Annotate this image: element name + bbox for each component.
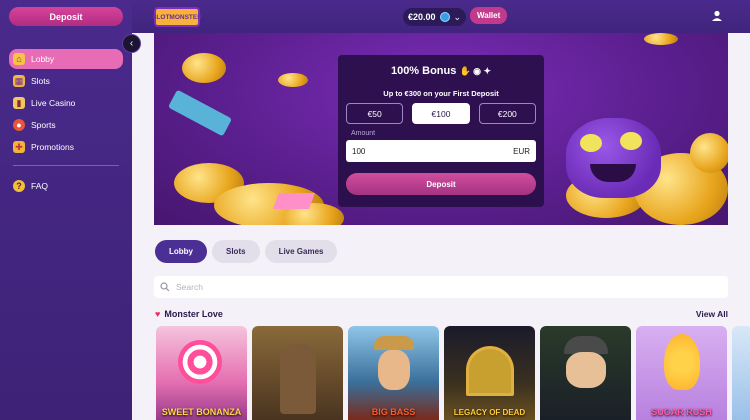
search-icon <box>160 282 170 292</box>
bonus-panel: 100% Bonus ✋ ◉ ✦ Up to €300 on your Firs… <box>338 55 544 207</box>
balance-amount: €20.00 <box>408 12 436 22</box>
game-row: SWEET BONANZA BIG BASS LEGACY OF DEAD SU… <box>156 326 750 420</box>
bonus-emoji-icon: ✋ ◉ ✦ <box>459 66 492 76</box>
currency-coin-icon <box>439 12 450 22</box>
sidebar-item-label: Lobby <box>31 54 55 64</box>
sidebar-item-sports[interactable]: ● Sports <box>9 115 123 135</box>
gold-coin-decoration <box>182 53 226 83</box>
heart-icon: ♥ <box>155 309 161 319</box>
sidebar-nav: ⌂ Lobby ▦ Slots ▮ Live Casino ● Sports ✚… <box>9 49 123 198</box>
game-card-sweet-bonanza[interactable]: SWEET BONANZA <box>156 326 247 420</box>
section-title: Monster Love <box>164 309 223 319</box>
sidebar-item-slots[interactable]: ▦ Slots <box>9 71 123 91</box>
sidebar-item-label: Promotions <box>31 142 74 152</box>
balance-selector[interactable]: €20.00 ⌄ <box>403 8 467 26</box>
sword-decoration <box>167 89 233 137</box>
tab-live-games[interactable]: Live Games <box>264 240 338 263</box>
deposit-amount-options: €50 €100 €200 <box>346 103 536 124</box>
section-header: ♥ Monster Love <box>155 309 223 319</box>
promo-banner: 100% Bonus ✋ ◉ ✦ Up to €300 on your Firs… <box>154 33 728 225</box>
explorer-art <box>280 344 316 414</box>
bonus-title-text: 100% Bonus <box>390 65 457 77</box>
sidebar-item-label: Slots <box>31 76 50 86</box>
chevron-left-icon: ‹ <box>129 38 134 49</box>
sidebar-item-promotions[interactable]: ✚ Promotions <box>9 137 123 157</box>
bonus-subtitle: Up to €300 on your First Deposit <box>383 89 499 98</box>
tab-slots[interactable]: Slots <box>212 240 260 263</box>
game-title: SWEET BONANZA <box>161 407 242 417</box>
search-bar[interactable] <box>154 276 728 298</box>
amount-field[interactable]: EUR <box>346 140 536 162</box>
question-icon: ? <box>13 180 25 192</box>
slotmonster-logo[interactable]: SLOTMONSTER <box>152 7 202 27</box>
collapse-sidebar-button[interactable]: ‹ <box>122 34 141 53</box>
amount-option-100[interactable]: €100 <box>412 103 470 124</box>
character-face-art <box>566 352 606 388</box>
lollipop-art <box>178 340 222 384</box>
game-title: LEGACY OF DEAD <box>453 408 526 417</box>
gumball-machine-art <box>664 334 700 390</box>
banner-deposit-button[interactable]: Deposit <box>346 173 536 195</box>
game-card-sugar-rush[interactable]: SUGAR RUSH <box>636 326 727 420</box>
amount-input[interactable] <box>352 146 472 156</box>
monster-mouth <box>590 164 636 182</box>
sidebar-item-label: FAQ <box>31 181 49 191</box>
tab-lobby[interactable]: Lobby <box>155 240 207 263</box>
top-header: SLOTMONSTER €20.00 ⌄ Wallet <box>132 0 750 33</box>
user-icon[interactable] <box>710 9 724 23</box>
category-tabs: Lobby Slots Live Games <box>155 240 338 263</box>
amount-option-200[interactable]: €200 <box>478 103 536 124</box>
sidebar-divider <box>13 165 119 166</box>
home-icon: ⌂ <box>13 53 25 65</box>
search-input[interactable] <box>176 282 676 292</box>
amount-option-50[interactable]: €50 <box>346 103 404 124</box>
game-title: BIG BASS <box>371 407 416 417</box>
gold-coin-decoration <box>644 33 678 45</box>
sidebar-deposit-button[interactable]: Deposit <box>9 7 123 26</box>
monster-mascot <box>566 118 661 198</box>
gold-pile-decoration <box>690 133 728 173</box>
gold-coin-decoration <box>278 73 308 87</box>
fisherman-art <box>378 350 410 390</box>
monster-eye <box>620 132 642 150</box>
game-card-partial[interactable] <box>732 326 750 420</box>
view-all-link[interactable]: View All <box>696 309 728 319</box>
sidebar-item-live-casino[interactable]: ▮ Live Casino <box>9 93 123 113</box>
amount-label: Amount <box>351 130 376 137</box>
sidebar: Deposit ⌂ Lobby ▦ Slots ▮ Live Casino ● … <box>0 0 132 420</box>
gift-icon: ✚ <box>13 141 25 153</box>
pink-gem-decoration <box>273 193 315 209</box>
game-card-book-of-dead[interactable] <box>252 326 343 420</box>
game-title: SUGAR RUSH <box>651 407 712 417</box>
sidebar-item-faq[interactable]: ? FAQ <box>9 176 123 196</box>
cards-icon: ▮ <box>13 97 25 109</box>
currency-label: EUR <box>513 146 530 156</box>
fisherman-hat-art <box>374 336 414 350</box>
game-card-big-bass[interactable]: BIG BASS <box>348 326 439 420</box>
sidebar-item-label: Sports <box>31 120 56 130</box>
slot-machine-icon: ▦ <box>13 75 25 87</box>
ball-icon: ● <box>13 119 25 131</box>
chevron-down-icon: ⌄ <box>453 11 462 22</box>
bonus-title: 100% Bonus ✋ ◉ ✦ <box>338 65 544 77</box>
game-card-legacy-of-dead[interactable]: LEGACY OF DEAD <box>444 326 535 420</box>
sidebar-item-lobby[interactable]: ⌂ Lobby <box>9 49 123 69</box>
monster-eye <box>580 134 602 152</box>
sidebar-item-label: Live Casino <box>31 98 76 108</box>
wallet-button[interactable]: Wallet <box>470 7 508 24</box>
game-card-gonzos-quest[interactable] <box>540 326 631 420</box>
golden-shrine-art <box>466 346 514 396</box>
